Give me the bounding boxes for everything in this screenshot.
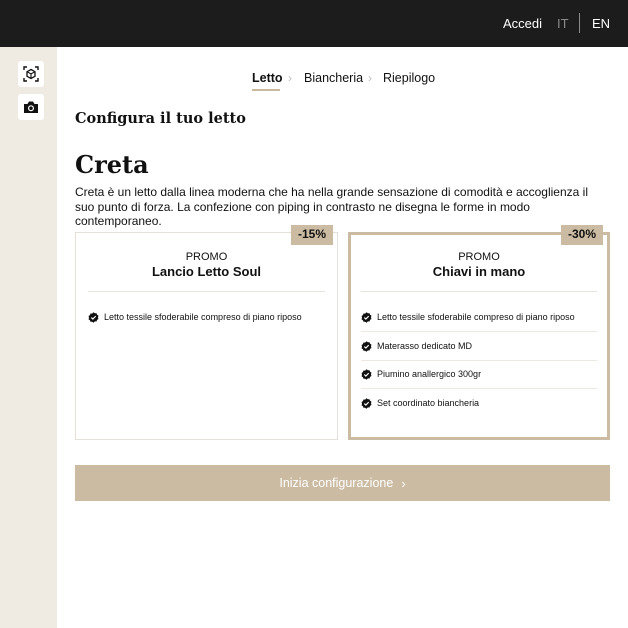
step-biancheria[interactable]: Biancheria bbox=[304, 71, 363, 85]
feature-item: Set coordinato biancheria bbox=[351, 398, 607, 426]
check-badge-icon bbox=[361, 369, 372, 380]
step-riepilogo[interactable]: Riepilogo bbox=[383, 71, 435, 85]
lang-en-link[interactable]: EN bbox=[592, 16, 610, 31]
feature-item: Materasso dedicato MD bbox=[351, 341, 607, 369]
feature-item: Letto tessile sfoderabile compreso di pi… bbox=[351, 312, 607, 340]
feature-text: Set coordinato biancheria bbox=[377, 398, 480, 408]
divider bbox=[361, 291, 597, 292]
promo-card-lancio[interactable]: -15% PROMO Lancio Letto Soul Letto tessi… bbox=[75, 225, 338, 440]
check-badge-icon bbox=[361, 398, 372, 409]
feature-text: Piumino anallergico 300gr bbox=[377, 369, 482, 379]
check-badge-icon bbox=[361, 341, 372, 352]
promo-card-chiavi[interactable]: -30% PROMO Chiavi in mano Letto tessile … bbox=[348, 225, 610, 440]
product-description: Creta è un letto dalla linea moderna che… bbox=[75, 185, 588, 228]
check-badge-icon bbox=[88, 312, 99, 323]
top-bar: Accedi IT EN bbox=[0, 0, 628, 47]
promo-name: Chiavi in mano bbox=[432, 264, 526, 279]
chevron-right-icon: › bbox=[368, 71, 372, 85]
divider bbox=[361, 388, 597, 389]
divider bbox=[361, 360, 597, 361]
check-badge-icon bbox=[361, 312, 372, 323]
start-configuration-button[interactable]: Inizia configurazione › bbox=[75, 465, 610, 501]
section-title: Configura il tuo letto bbox=[75, 110, 246, 127]
chevron-right-icon: › bbox=[401, 475, 406, 491]
chevron-right-icon: › bbox=[288, 71, 292, 85]
divider bbox=[88, 291, 325, 292]
cta-label: Inizia configurazione bbox=[279, 476, 394, 490]
promo-name: Lancio Letto Soul bbox=[151, 264, 262, 279]
step-letto[interactable]: Letto bbox=[252, 71, 283, 85]
camera-icon bbox=[24, 101, 38, 113]
feature-text: Letto tessile sfoderabile compreso di pi… bbox=[104, 312, 302, 322]
sidebar bbox=[0, 47, 57, 628]
login-link[interactable]: Accedi bbox=[503, 16, 542, 31]
promo-label: PROMO bbox=[185, 251, 228, 263]
discount-badge: -15% bbox=[291, 225, 333, 245]
step-navigation: Letto › Biancheria › Riepilogo bbox=[0, 71, 628, 95]
feature-text: Materasso dedicato MD bbox=[377, 341, 473, 351]
product-title: Creta bbox=[75, 150, 149, 179]
feature-text: Letto tessile sfoderabile compreso di pi… bbox=[377, 312, 575, 322]
lang-it-link[interactable]: IT bbox=[557, 16, 569, 31]
active-step-indicator bbox=[252, 89, 280, 91]
discount-badge: -30% bbox=[561, 225, 603, 245]
camera-button[interactable] bbox=[18, 94, 44, 120]
promo-label: PROMO bbox=[458, 251, 500, 263]
feature-item: Letto tessile sfoderabile compreso di pi… bbox=[76, 312, 337, 340]
feature-item: Piumino anallergico 300gr bbox=[351, 369, 607, 397]
lang-divider bbox=[579, 13, 580, 33]
divider bbox=[361, 331, 597, 332]
